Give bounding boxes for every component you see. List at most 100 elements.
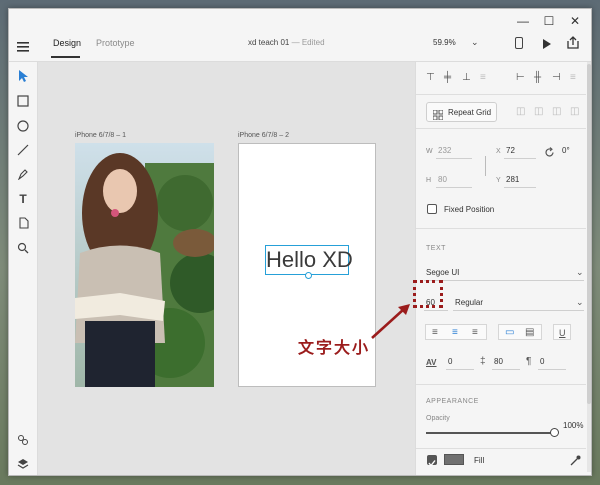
app-toolbar: Design Prototype xd teach 01 — Edited 59… [9, 33, 591, 62]
character-spacing-icon: AV [426, 358, 437, 367]
boolean-intersect-icon[interactable]: ◫ [552, 106, 561, 118]
boolean-add-icon[interactable]: ◫ [516, 106, 525, 118]
fixed-position-checkbox[interactable] [427, 204, 437, 214]
y-label: Y [496, 177, 501, 184]
align-top-icon[interactable]: ⊤ [426, 72, 435, 84]
maximize-button[interactable]: ☐ [539, 12, 559, 30]
align-left-icon[interactable]: ⊢ [516, 72, 525, 84]
field-underline [424, 280, 584, 281]
repeat-grid-button[interactable]: Repeat Grid [426, 102, 497, 122]
document-status: Edited [301, 38, 325, 47]
opacity-slider-thumb[interactable] [550, 428, 559, 437]
select-tool-icon[interactable] [16, 70, 30, 84]
boolean-subtract-icon[interactable]: ◫ [534, 106, 543, 118]
distribute-horizontal-icon[interactable]: ≡ [570, 72, 576, 84]
title-bar: — ☐ ✕ [9, 9, 591, 33]
fill-label: Fill [474, 456, 485, 465]
align-bottom-icon[interactable]: ⊥ [462, 72, 471, 84]
artboard-1-label[interactable]: iPhone 6/7/8 – 1 [75, 132, 126, 139]
girl-reading-photo[interactable] [75, 143, 214, 387]
auto-width-text-icon[interactable]: ▭ [505, 327, 514, 339]
device-preview-icon[interactable] [515, 37, 523, 49]
repeat-grid-icon [432, 107, 444, 125]
minimize-button[interactable]: — [513, 12, 533, 30]
character-spacing-field[interactable]: 0 [448, 357, 452, 366]
lock-aspect-icon[interactable] [477, 156, 486, 176]
paragraph-spacing-icon: ¶ [526, 356, 532, 367]
align-center-icon[interactable]: ╫ [534, 72, 541, 84]
zoom-dropdown-chevron-icon[interactable]: ⌄ [471, 37, 479, 48]
fixed-size-text-icon[interactable]: ▤ [525, 327, 534, 339]
artboard-tool-icon[interactable] [16, 217, 30, 231]
opacity-slider-track[interactable] [426, 432, 554, 434]
tab-prototype[interactable]: Prototype [96, 38, 135, 48]
field-underline [436, 158, 472, 159]
ellipse-tool-icon[interactable] [16, 120, 30, 134]
text-align-left-icon[interactable]: ≡ [432, 327, 438, 339]
paragraph-spacing-field[interactable]: 0 [540, 357, 544, 366]
divider [416, 228, 586, 229]
field-underline [538, 369, 566, 370]
text-align-center-icon[interactable]: ≡ [452, 327, 458, 339]
text-align-right-icon[interactable]: ≡ [472, 327, 478, 339]
resize-handle[interactable] [305, 272, 312, 279]
annotation-arrow [371, 304, 410, 339]
font-weight-chevron-icon[interactable]: ⌄ [576, 296, 584, 308]
artboard-1[interactable] [75, 143, 214, 387]
font-family-chevron-icon[interactable]: ⌄ [576, 266, 584, 278]
tool-rail: T [9, 62, 38, 475]
fill-checkbox[interactable] [427, 455, 437, 467]
align-right-icon[interactable]: ⊣ [552, 72, 561, 84]
opacity-value[interactable]: 100% [563, 421, 583, 430]
rotate-icon [544, 145, 555, 163]
document-title: xd teach 01 [248, 38, 290, 47]
share-icon[interactable] [567, 36, 579, 54]
appearance-section-heading: APPEARANCE [426, 398, 479, 405]
text-box-type-group: ▭ ▤ [498, 324, 542, 340]
play-preview-icon[interactable] [542, 37, 552, 55]
line-spacing-field[interactable]: 80 [494, 357, 503, 366]
width-field[interactable]: 232 [438, 146, 451, 155]
height-field[interactable]: 80 [438, 175, 447, 184]
title-separator: — [291, 38, 300, 47]
close-button[interactable]: ✕ [565, 12, 585, 30]
fixed-position-label: Fixed Position [444, 205, 495, 214]
font-family-select[interactable]: Segoe UI [426, 268, 459, 277]
x-label: X [496, 148, 501, 155]
font-weight-select[interactable]: Regular [455, 298, 483, 307]
opacity-label: Opacity [426, 415, 450, 422]
boolean-exclude-icon[interactable]: ◫ [570, 106, 579, 118]
layers-icon[interactable] [16, 458, 30, 472]
repeat-grid-label: Repeat Grid [448, 108, 492, 117]
text-align-group: ≡ ≡ ≡ [425, 324, 487, 340]
zoom-tool-icon[interactable] [16, 242, 30, 256]
y-field[interactable]: 281 [506, 175, 519, 184]
panel-scrollbar-thumb[interactable] [587, 64, 591, 404]
distribute-vertical-icon[interactable]: ≡ [480, 72, 486, 84]
document-title-area: xd teach 01 — Edited [248, 38, 325, 47]
align-middle-icon[interactable]: ╪ [444, 72, 451, 84]
hamburger-menu-icon[interactable] [17, 39, 29, 52]
assets-icon[interactable] [16, 434, 30, 448]
zoom-level[interactable]: 59.9% [433, 38, 456, 47]
divider [416, 94, 586, 95]
design-canvas[interactable]: iPhone 6/7/8 – 1 iPhone 6/7/8 – 2 Hello … [38, 62, 415, 475]
line-tool-icon[interactable] [16, 144, 30, 158]
eyedropper-icon[interactable] [570, 453, 581, 471]
underline-button[interactable]: U [553, 324, 571, 340]
pen-tool-icon[interactable] [16, 168, 30, 182]
field-underline [446, 369, 474, 370]
text-tool-icon[interactable]: T [16, 192, 30, 206]
text-section-heading: TEXT [426, 245, 446, 252]
divider [416, 448, 586, 449]
hello-xd-text-layer[interactable]: Hello XD [265, 245, 353, 275]
x-field[interactable]: 72 [506, 146, 515, 155]
artboard-2-label[interactable]: iPhone 6/7/8 – 2 [238, 132, 289, 139]
fill-color-swatch[interactable] [444, 454, 464, 465]
rotation-field[interactable]: 0° [562, 146, 570, 155]
tab-design[interactable]: Design [53, 38, 81, 48]
property-inspector: ⊤ ╪ ⊥ ≡ ⊢ ╫ ⊣ ≡ Repeat Grid ◫ ◫ ◫ ◫ W 23… [415, 62, 591, 475]
rectangle-tool-icon[interactable] [16, 95, 30, 109]
field-underline [424, 310, 448, 311]
xd-window: — ☐ ✕ Design Prototype xd teach 01 — Edi… [8, 8, 592, 476]
